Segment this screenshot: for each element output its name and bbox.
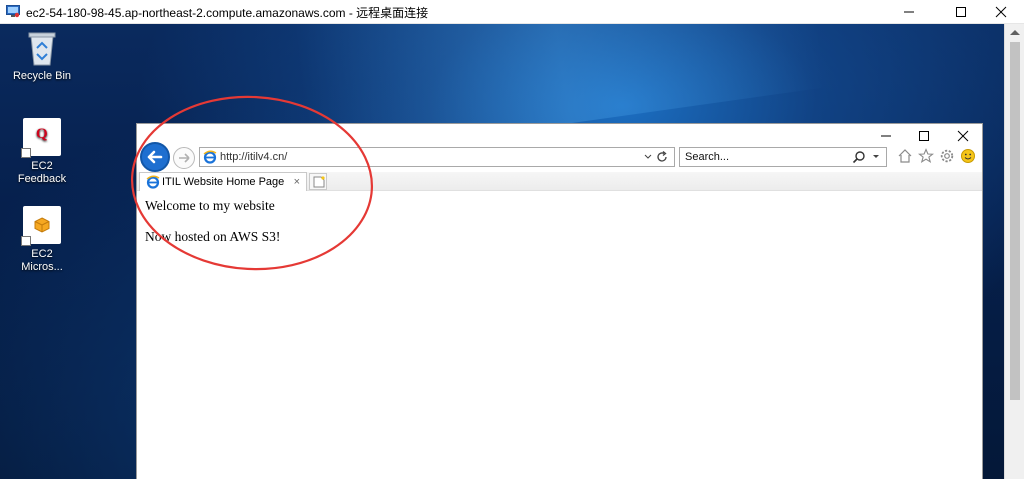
tab-itil-website-home-page[interactable]: ITIL Website Home Page × [139, 172, 307, 191]
ie-page-icon [203, 150, 217, 164]
minimize-icon [881, 135, 891, 137]
recycle-bin-icon [28, 32, 56, 66]
tab-close-button[interactable]: × [294, 176, 300, 188]
refresh-icon[interactable] [655, 150, 669, 164]
scroll-up-arrow-icon[interactable] [1010, 29, 1020, 35]
forward-button[interactable] [173, 147, 195, 169]
feedback-smiley-icon [961, 149, 975, 163]
favorites-star-icon [917, 148, 935, 164]
feedback-button[interactable] [960, 148, 976, 169]
ie-close-button[interactable] [943, 124, 983, 148]
ec2-microsoft-icon [21, 206, 61, 246]
address-url: http://itilv4.cn/ [220, 151, 288, 163]
page-hosted-text: Now hosted on AWS S3! [145, 229, 281, 244]
rdp-window-title: ec2-54-180-98-45.ap-northeast-2.compute.… [26, 6, 429, 20]
ie-maximize-button[interactable] [904, 124, 944, 148]
page-heading: Welcome to my website [145, 198, 275, 213]
ie-browser-window: http://itilv4.cn/ Search... ITIL Website… [136, 123, 983, 480]
close-icon [995, 6, 1007, 18]
new-tab-button[interactable] [309, 173, 327, 190]
tools-button[interactable] [939, 148, 955, 169]
new-tab-icon [313, 176, 325, 188]
rdp-close-button[interactable] [978, 0, 1024, 24]
maximize-icon [956, 7, 966, 17]
back-arrow-icon [147, 150, 163, 164]
home-button[interactable] [897, 148, 913, 169]
search-icon[interactable] [852, 150, 866, 164]
back-button[interactable] [140, 142, 170, 172]
home-icon [898, 149, 912, 163]
desktop-icon-label: EC2 Feedback [17, 160, 67, 185]
scrollbar-thumb[interactable] [1010, 42, 1020, 400]
ec2-feedback-icon: Q [21, 118, 61, 158]
search-dropdown-icon[interactable] [872, 151, 880, 163]
address-dropdown-icon[interactable] [644, 151, 652, 163]
shortcut-arrow-icon [21, 148, 31, 158]
tab-strip: ITIL Website Home Page × [137, 172, 982, 191]
remote-desktop-icon [6, 5, 20, 18]
rdp-titlebar: ec2-54-180-98-45.ap-northeast-2.compute.… [0, 0, 1024, 24]
search-input[interactable] [680, 148, 845, 166]
close-icon [957, 130, 969, 142]
shortcut-arrow-icon [21, 236, 31, 246]
rdp-vertical-scrollbar[interactable] [1004, 24, 1024, 479]
ie-caption-bar [137, 124, 982, 148]
forward-arrow-icon [179, 153, 190, 163]
desktop-icon-recycle-bin[interactable]: Recycle Bin [7, 28, 77, 83]
ie-minimize-button[interactable] [866, 124, 906, 148]
desktop-icon-label: Recycle Bin [12, 70, 72, 82]
search-box[interactable] [679, 147, 887, 167]
maximize-icon [919, 131, 929, 141]
favorites-button[interactable] [917, 148, 935, 169]
tab-title: ITIL Website Home Page [162, 176, 285, 188]
rdp-minimize-button[interactable] [886, 0, 932, 24]
settings-gear-icon [940, 149, 954, 163]
desktop-icon-ec2-microsoft[interactable]: EC2 Micros... [7, 206, 77, 274]
desktop-icon-label: EC2 Micros... [21, 248, 63, 273]
address-bar[interactable]: http://itilv4.cn/ [199, 147, 675, 167]
desktop-icon-ec2-feedback[interactable]: Q EC2 Feedback [7, 118, 77, 186]
minimize-icon [904, 11, 914, 13]
page-content: Welcome to my website Now hosted on AWS … [137, 191, 982, 480]
ie-page-icon [146, 175, 160, 189]
